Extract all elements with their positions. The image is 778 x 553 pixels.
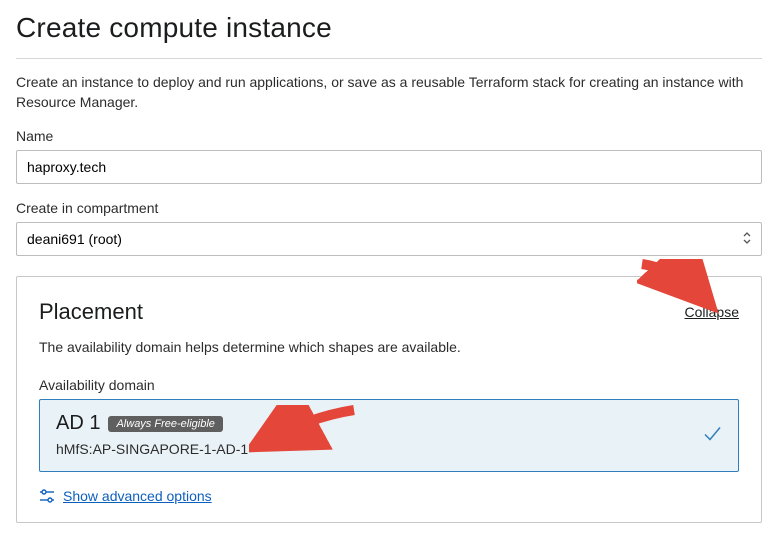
placement-title: Placement <box>39 299 143 325</box>
ad-full-id: hMfS:AP-SINGAPORE-1-AD-1 <box>56 441 722 457</box>
placement-desc: The availability domain helps determine … <box>39 339 739 355</box>
page-title: Create compute instance <box>16 12 762 44</box>
intro-text: Create an instance to deploy and run app… <box>16 73 762 112</box>
compartment-label: Create in compartment <box>16 200 762 216</box>
placement-panel: Placement Collapse The availability doma… <box>16 276 762 523</box>
availability-domain-card[interactable]: AD 1 Always Free-eligible hMfS:AP-SINGAP… <box>39 399 739 472</box>
ad-label: Availability domain <box>39 377 739 393</box>
compartment-select[interactable]: deani691 (root) <box>16 222 762 256</box>
divider <box>16 58 762 59</box>
name-input[interactable] <box>16 150 762 184</box>
free-eligible-badge: Always Free-eligible <box>108 416 222 432</box>
sliders-icon <box>39 488 55 504</box>
checkmark-icon <box>702 423 722 448</box>
ad-name: AD 1 <box>56 412 100 435</box>
collapse-link[interactable]: Collapse <box>685 304 739 320</box>
name-label: Name <box>16 128 762 144</box>
show-advanced-link[interactable]: Show advanced options <box>63 488 212 504</box>
